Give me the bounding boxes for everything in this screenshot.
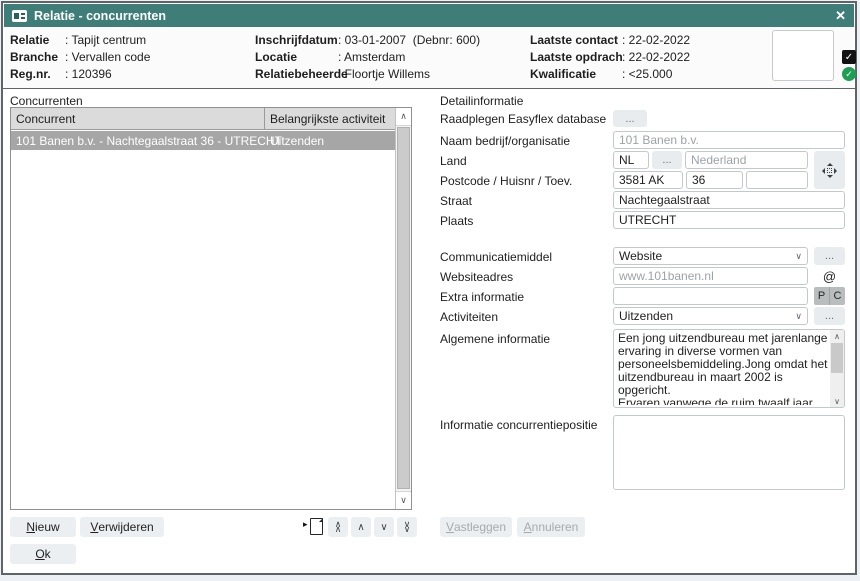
- insert-record-icon[interactable]: ▸: [303, 518, 323, 537]
- concurrenten-section-title: Concurrenten: [10, 94, 83, 108]
- kwalificatie-label: Kwalificatie: [530, 67, 596, 81]
- move-last-button[interactable]: ∨∨: [397, 517, 417, 537]
- relatiebeheerder-label: Relatiebeheerde: [255, 67, 348, 81]
- raadplegen-label: Raadplegen Easyflex database: [440, 112, 606, 126]
- communicatiemiddel-ellipsis-button[interactable]: ...: [814, 247, 845, 265]
- communicatiemiddel-label: Communicatiemiddel: [440, 250, 552, 264]
- pc-button-group: P C: [814, 287, 845, 305]
- straat-field[interactable]: Nachtegaalstraat: [613, 191, 845, 209]
- chevron-down-icon: ∨: [795, 251, 802, 262]
- activiteiten-select[interactable]: Uitzenden ∨: [613, 307, 808, 325]
- regnr-label: Reg.nr.: [10, 67, 51, 81]
- inschrijfdatum-value: : 03-01-2007 (Debnr: 600): [338, 33, 480, 47]
- open-website-button[interactable]: @: [814, 267, 845, 285]
- cell-concurrent: 101 Banen b.v. - Nachtegaalstraat 36 - U…: [16, 134, 282, 148]
- straat-label: Straat: [440, 194, 472, 208]
- check-icon: ✓: [845, 52, 853, 63]
- branche-value: : Vervallen code: [65, 50, 150, 64]
- move-up-button[interactable]: ∧: [351, 517, 371, 537]
- laatste-opdracht-value: : 22-02-2022: [622, 50, 690, 64]
- extra-informatie-field[interactable]: [613, 287, 808, 305]
- detailinformatie-section-title: Detailinformatie: [440, 94, 523, 108]
- scrollbar-thumb[interactable]: [831, 343, 843, 373]
- plaats-label: Plaats: [440, 214, 473, 228]
- photo-placeholder: [772, 30, 834, 81]
- websiteadres-label: Websiteadres: [440, 270, 513, 284]
- postcode-field[interactable]: 3581 AK: [613, 171, 683, 189]
- activiteiten-ellipsis-button[interactable]: ...: [814, 307, 845, 325]
- naam-label: Naam bedrijf/organisatie: [440, 134, 570, 148]
- toevoeging-field[interactable]: [746, 171, 808, 189]
- concurrenten-list: Concurrent Belangrijkste activiteit 101 …: [10, 107, 412, 510]
- annuleren-button[interactable]: Annuleren: [517, 517, 585, 537]
- chevron-down-icon: ∨: [795, 311, 802, 322]
- list-header-row: Concurrent Belangrijkste activiteit: [11, 108, 395, 130]
- close-icon[interactable]: ✕: [835, 8, 846, 24]
- at-icon: @: [823, 269, 836, 284]
- regnr-value: : 120396: [65, 67, 112, 81]
- relatiebeheerder-value: : Floortje Willems: [338, 67, 430, 81]
- relatie-label: Relatie: [10, 33, 49, 47]
- vastleggen-button[interactable]: Vastleggen: [440, 517, 512, 537]
- status-ok-icon: ✓: [842, 67, 856, 81]
- laatste-opdracht-label: Laatste opdrach: [530, 50, 623, 64]
- header-divider: [3, 88, 855, 89]
- p-button[interactable]: P: [814, 287, 830, 305]
- window-titlebar: Relatie - concurrenten ✕: [4, 4, 854, 27]
- window-title: Relatie - concurrenten: [34, 9, 166, 23]
- insert-arrow-icon: ▸: [303, 519, 308, 530]
- scrollbar-thumb[interactable]: [397, 127, 410, 489]
- laatste-contact-value: : 22-02-2022: [622, 33, 690, 47]
- algemene-informatie-textarea[interactable]: Een jong uitzendbureau met jarenlange er…: [613, 329, 845, 408]
- list-scrollbar[interactable]: ∧ ∨: [395, 108, 411, 509]
- move-icon: [822, 163, 837, 178]
- column-header-belangrijkste-activiteit[interactable]: Belangrijkste activiteit: [270, 112, 385, 126]
- checked-checkbox[interactable]: ✓: [842, 50, 856, 64]
- scroll-up-icon[interactable]: ∧: [830, 330, 844, 342]
- inschrijfdatum-label: Inschrijfdatum: [255, 33, 338, 47]
- kwalificatie-value: : <25.000: [622, 67, 672, 81]
- relatie-concurrenten-window: Relatie - concurrenten ✕ Relatie : Tapij…: [1, 1, 857, 575]
- postcode-label: Postcode / Huisnr / Toev.: [440, 174, 572, 188]
- land-ellipsis-button[interactable]: ...: [652, 151, 682, 169]
- move-down-button[interactable]: ∨: [374, 517, 394, 537]
- cell-activiteit: Uitzenden: [270, 134, 324, 148]
- land-label: Land: [440, 154, 467, 168]
- land-name-field[interactable]: Nederland: [685, 151, 808, 169]
- huisnr-field[interactable]: 36: [686, 171, 743, 189]
- communicatiemiddel-select[interactable]: Website ∨: [613, 247, 808, 265]
- relatie-value: : Tapijt centrum: [65, 33, 146, 47]
- naam-field[interactable]: 101 Banen b.v.: [613, 131, 845, 149]
- raadplegen-ellipsis-button[interactable]: ...: [613, 110, 647, 127]
- locatie-label: Locatie: [255, 50, 297, 64]
- contact-card-icon: [12, 10, 27, 22]
- locatie-value: : Amsterdam: [338, 50, 405, 64]
- move-first-button[interactable]: ∧∧: [328, 517, 348, 537]
- ok-button[interactable]: Ok: [10, 544, 76, 564]
- map-locate-button[interactable]: [814, 151, 845, 189]
- laatste-contact-label: Laatste contact: [530, 33, 618, 47]
- informatie-concurrentiepositie-label: Informatie concurrentiepositie: [440, 418, 597, 432]
- textarea-scrollbar[interactable]: ∧ ∨: [830, 330, 844, 407]
- nieuw-button[interactable]: Nieuw: [10, 517, 76, 537]
- column-header-concurrent[interactable]: Concurrent: [16, 112, 75, 126]
- extra-informatie-label: Extra informatie: [440, 290, 524, 304]
- c-button[interactable]: C: [830, 287, 845, 305]
- scroll-down-icon[interactable]: ∨: [830, 395, 844, 407]
- branche-label: Branche: [10, 50, 58, 64]
- activiteiten-label: Activiteiten: [440, 310, 498, 324]
- verwijderen-button[interactable]: Verwijderen: [80, 517, 164, 537]
- check-icon: ✓: [845, 69, 853, 80]
- scroll-down-icon[interactable]: ∨: [396, 491, 411, 509]
- scroll-up-icon[interactable]: ∧: [396, 108, 411, 126]
- algemene-informatie-label: Algemene informatie: [440, 332, 550, 346]
- plaats-field[interactable]: UTRECHT: [613, 211, 845, 229]
- land-code-field[interactable]: NL: [613, 151, 649, 169]
- column-divider: [264, 108, 265, 130]
- informatie-concurrentiepositie-textarea[interactable]: [613, 415, 845, 490]
- table-row[interactable]: 101 Banen b.v. - Nachtegaalstraat 36 - U…: [11, 131, 395, 150]
- websiteadres-field[interactable]: www.101banen.nl: [613, 267, 808, 285]
